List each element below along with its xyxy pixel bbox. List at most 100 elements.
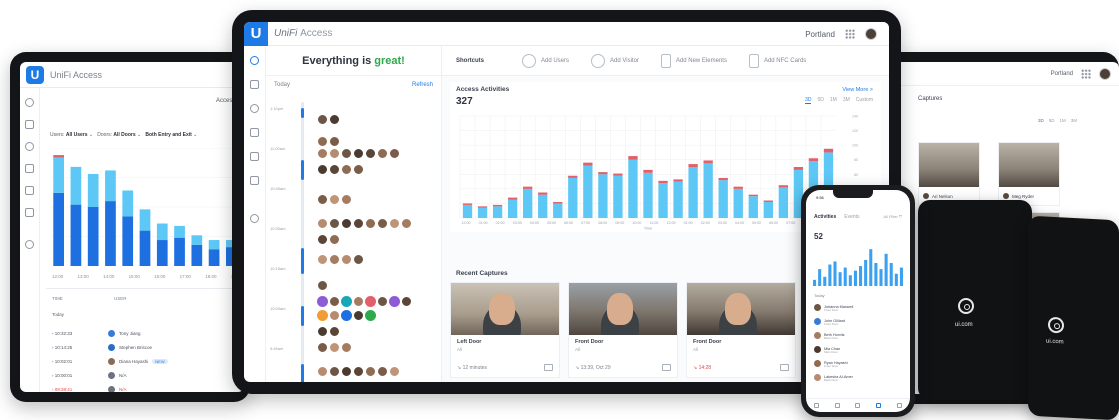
alert-bar[interactable] [703, 160, 713, 164]
add-nfc-shortcut[interactable]: Add NFC Cards [748, 53, 806, 68]
activity-bar[interactable] [191, 244, 203, 266]
avatar[interactable] [377, 148, 388, 159]
activity-bar[interactable] [894, 273, 898, 286]
avatar[interactable] [365, 366, 376, 377]
activity-bar[interactable] [778, 187, 789, 218]
users-icon[interactable] [25, 142, 34, 151]
activity-bar[interactable] [703, 163, 713, 218]
range-option[interactable]: Custom [856, 97, 873, 104]
feed-avatar-row[interactable] [317, 164, 365, 175]
feed-avatar-row[interactable] [317, 326, 341, 337]
initials-avatar[interactable] [365, 310, 376, 321]
activity-bar[interactable] [859, 266, 863, 286]
capture-image[interactable] [569, 283, 677, 335]
alert-bar[interactable] [538, 192, 548, 195]
table-row[interactable]: › 10:00:01 N/A [52, 368, 244, 382]
avatar[interactable] [317, 234, 328, 245]
avatar[interactable] [329, 326, 340, 337]
activity-bar[interactable] [538, 194, 548, 218]
range-option[interactable]: 1M [1060, 118, 1066, 123]
activity-bar[interactable] [122, 216, 134, 266]
activity-icon[interactable] [25, 208, 34, 217]
avatar[interactable] [377, 218, 388, 229]
avatar[interactable] [341, 218, 352, 229]
activity-bar[interactable] [733, 188, 743, 218]
phone-filter[interactable]: All Filter ⛉ [883, 214, 902, 219]
camera-icon[interactable] [250, 128, 259, 137]
add-elements-shortcut[interactable]: Add New Elements [660, 53, 727, 68]
activity-bar[interactable] [87, 207, 99, 266]
avatar[interactable] [389, 366, 400, 377]
activity-bar[interactable] [813, 279, 817, 286]
capture-image[interactable] [999, 143, 1059, 187]
view-more-link[interactable]: View More > [842, 87, 873, 93]
alert-bar[interactable] [808, 158, 819, 162]
refresh-link[interactable]: Refresh [412, 82, 433, 88]
activity-bar[interactable] [658, 183, 668, 218]
list-item[interactable]: Mia Chan Main Door [814, 342, 904, 356]
nav-home-icon[interactable] [813, 403, 819, 408]
avatar[interactable] [341, 342, 352, 353]
activity-bar[interactable] [748, 196, 758, 218]
activity-bar[interactable] [823, 276, 827, 286]
alert-bar[interactable] [507, 197, 518, 200]
activity-bar[interactable] [718, 180, 728, 218]
activity-bar[interactable] [174, 225, 185, 238]
activity-bar[interactable] [507, 199, 518, 218]
alert-bar[interactable] [53, 155, 64, 158]
activity-bar[interactable] [838, 272, 842, 286]
list-item[interactable]: Beth Horvitz Back Door [814, 328, 904, 342]
nav-users-icon[interactable] [855, 403, 861, 408]
activity-bar[interactable] [628, 159, 638, 218]
add-users-shortcut[interactable]: Add Users [522, 53, 569, 68]
activity-bar[interactable] [191, 235, 203, 245]
activity-bar[interactable] [462, 204, 473, 218]
activity-bar[interactable] [843, 267, 847, 286]
table-row[interactable]: › 09:38:41 N/A [52, 382, 244, 392]
tab-activities[interactable]: Activities [814, 214, 836, 220]
avatar[interactable] [389, 218, 400, 229]
feed-avatar-row[interactable] [317, 234, 341, 245]
avatar[interactable] [317, 164, 328, 175]
capture-card[interactable]: Front Door All ↘ 13:39, Oct 29 [568, 282, 678, 378]
avatar[interactable] [353, 218, 364, 229]
dashboard-icon[interactable] [25, 98, 34, 107]
alert-bar[interactable] [823, 148, 834, 153]
initials-avatar[interactable] [389, 296, 400, 307]
alert-bar[interactable] [793, 167, 804, 170]
avatar[interactable] [377, 366, 388, 377]
activity-bar[interactable] [70, 204, 82, 266]
avatar[interactable] [353, 366, 364, 377]
avatar[interactable] [329, 254, 340, 265]
list-item[interactable]: Johanna Maxwell Front Door [814, 300, 904, 314]
avatar[interactable] [329, 218, 340, 229]
activity-icon[interactable] [250, 176, 259, 185]
avatar[interactable] [401, 296, 412, 307]
activity-bar[interactable] [864, 259, 868, 286]
initials-avatar[interactable] [317, 296, 328, 307]
alert-bar[interactable] [583, 162, 593, 166]
avatar[interactable] [317, 254, 328, 265]
activity-bar[interactable] [643, 172, 653, 218]
apps-grid-icon[interactable] [845, 29, 855, 39]
avatar[interactable] [353, 254, 364, 265]
apps-grid-icon[interactable] [1081, 68, 1091, 79]
range-option[interactable]: 1M [830, 97, 837, 104]
capture-card[interactable]: Ari Nelson [918, 142, 980, 206]
tab-events[interactable]: Events [844, 214, 859, 220]
list-item[interactable]: Lakesha Al-Amer Back Door [814, 370, 904, 384]
alert-bar[interactable] [733, 186, 743, 189]
activity-bar[interactable] [828, 264, 832, 286]
site-name-right[interactable]: Portland [1051, 71, 1073, 77]
activity-bar[interactable] [853, 270, 857, 286]
alert-bar[interactable] [492, 204, 503, 207]
calendar-icon[interactable] [25, 186, 34, 195]
activity-bar[interactable] [156, 240, 168, 266]
avatar[interactable] [317, 136, 328, 147]
avatar[interactable] [317, 342, 328, 353]
avatar[interactable] [365, 148, 376, 159]
video-icon[interactable] [544, 364, 553, 371]
list-item[interactable]: John Gilliard Front Door [814, 314, 904, 328]
unifi-logo-icon[interactable]: U [26, 65, 44, 84]
avatar[interactable] [317, 148, 328, 159]
